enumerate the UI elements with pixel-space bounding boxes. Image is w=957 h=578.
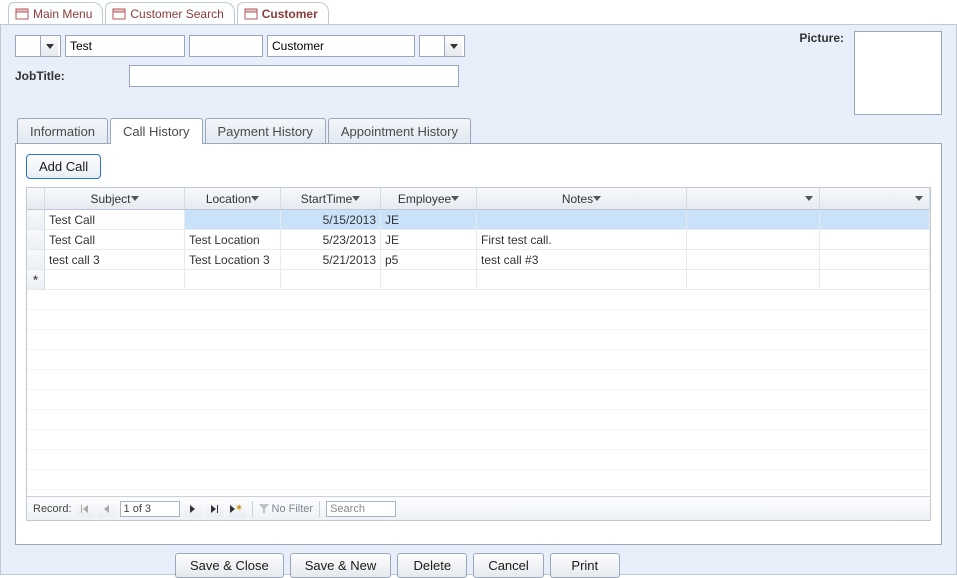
row-selector[interactable] <box>27 230 45 250</box>
cell-employee[interactable]: p5 <box>381 250 477 270</box>
column-header-starttime[interactable]: StartTime <box>281 188 381 209</box>
picture-label: Picture: <box>799 31 844 115</box>
new-record-row[interactable] <box>27 270 930 290</box>
grid-body: Test Call 5/15/2013 JE Test Call Test Lo… <box>27 210 930 496</box>
jobtitle-label: JobTitle: <box>15 69 125 83</box>
chevron-down-icon <box>46 44 54 49</box>
chevron-down-icon <box>805 196 813 201</box>
window-tab-label: Customer <box>262 7 318 21</box>
print-button[interactable]: Print <box>550 553 620 578</box>
triangle-right-icon <box>190 505 195 513</box>
call-history-page: Add Call Subject Location StartTime Empl… <box>15 143 942 545</box>
nav-first-button[interactable] <box>76 501 94 517</box>
column-header-notes[interactable]: Notes <box>477 188 687 209</box>
column-header-blank[interactable] <box>820 188 930 209</box>
cell-starttime[interactable]: 5/15/2013 <box>281 210 381 230</box>
form-icon <box>244 7 258 21</box>
triangle-left-icon <box>83 505 88 513</box>
table-row[interactable]: Test Call 5/15/2013 JE <box>27 210 930 230</box>
add-call-button[interactable]: Add Call <box>26 154 101 179</box>
cell-subject[interactable]: Test Call <box>45 230 185 250</box>
jobtitle-input[interactable] <box>129 65 459 87</box>
dropdown-button[interactable] <box>444 36 462 56</box>
window-tab-bar: Main Menu Customer Search Customer <box>0 0 957 24</box>
window-tab-main-menu[interactable]: Main Menu <box>8 2 103 24</box>
window-tab-customer-search[interactable]: Customer Search <box>105 2 234 24</box>
column-header-location[interactable]: Location <box>185 188 281 209</box>
record-position-box[interactable]: 1 of 3 <box>120 501 180 517</box>
table-row[interactable]: Test Call Test Location 5/23/2013 JE Fir… <box>27 230 930 250</box>
chevron-down-icon <box>915 196 923 201</box>
suffix-input[interactable] <box>420 36 444 56</box>
record-label: Record: <box>33 503 72 515</box>
column-header-blank[interactable] <box>687 188 820 209</box>
call-history-grid: Subject Location StartTime Employee Note… <box>26 187 931 521</box>
cell-location[interactable] <box>185 210 281 230</box>
cancel-button[interactable]: Cancel <box>473 553 543 578</box>
window-tab-label: Main Menu <box>33 7 92 21</box>
cell-location[interactable]: Test Location <box>185 230 281 250</box>
cell-starttime[interactable]: 5/21/2013 <box>281 250 381 270</box>
chevron-down-icon <box>251 196 259 201</box>
filter-toggle[interactable]: No Filter <box>259 503 314 515</box>
funnel-icon <box>259 504 269 514</box>
table-row[interactable]: test call 3 Test Location 3 5/21/2013 p5… <box>27 250 930 270</box>
row-selector-new[interactable] <box>27 270 45 290</box>
detail-tab-bar: Information Call History Payment History… <box>15 117 942 143</box>
cell-subject[interactable]: test call 3 <box>45 250 185 270</box>
save-new-button[interactable]: Save & New <box>290 553 392 578</box>
cell-subject[interactable]: Test Call <box>45 210 185 230</box>
row-selector-header[interactable] <box>27 188 45 209</box>
form-action-bar: Save & Close Save & New Delete Cancel Pr… <box>15 553 942 578</box>
triangle-right-icon <box>211 505 216 513</box>
form-icon <box>112 7 126 21</box>
record-search-box[interactable]: Search <box>326 501 396 517</box>
first-icon <box>81 505 82 513</box>
dropdown-button[interactable] <box>40 36 58 56</box>
row-selector[interactable] <box>27 250 45 270</box>
first-name-input[interactable] <box>65 35 185 57</box>
cell-employee[interactable]: JE <box>381 210 477 230</box>
cell-starttime[interactable]: 5/23/2013 <box>281 230 381 250</box>
record-navigator: Record: 1 of 3 ✶ No Filter Search <box>27 496 930 520</box>
triangle-left-icon <box>104 505 109 513</box>
star-icon: ✶ <box>235 503 243 514</box>
nav-last-button[interactable] <box>206 501 224 517</box>
chevron-down-icon <box>450 44 458 49</box>
chevron-down-icon <box>593 196 601 201</box>
nav-next-button[interactable] <box>184 501 202 517</box>
cell-notes[interactable] <box>477 210 687 230</box>
picture-section: Picture: <box>799 31 942 115</box>
prefix-combo[interactable] <box>15 35 61 57</box>
chevron-down-icon <box>451 196 459 201</box>
grid-header: Subject Location StartTime Employee Note… <box>27 188 930 210</box>
nav-new-button[interactable]: ✶ <box>228 501 246 517</box>
nav-prev-button[interactable] <box>98 501 116 517</box>
last-name-input[interactable] <box>267 35 415 57</box>
tab-appointment-history[interactable]: Appointment History <box>328 118 471 144</box>
prefix-input[interactable] <box>16 36 40 56</box>
delete-button[interactable]: Delete <box>397 553 467 578</box>
tab-payment-history[interactable]: Payment History <box>205 118 326 144</box>
middle-name-input[interactable] <box>189 35 263 57</box>
picture-frame[interactable] <box>854 31 942 115</box>
window-tab-label: Customer Search <box>130 7 223 21</box>
column-header-subject[interactable]: Subject <box>45 188 185 209</box>
cell-employee[interactable]: JE <box>381 230 477 250</box>
tab-call-history[interactable]: Call History <box>110 118 202 144</box>
cell-location[interactable]: Test Location 3 <box>185 250 281 270</box>
cell-notes[interactable]: test call #3 <box>477 250 687 270</box>
row-selector[interactable] <box>27 210 45 230</box>
tab-information[interactable]: Information <box>17 118 108 144</box>
form-icon <box>15 7 29 21</box>
chevron-down-icon <box>352 196 360 201</box>
customer-form: JobTitle: Picture: Information Call Hist… <box>0 24 957 575</box>
last-icon <box>217 505 218 513</box>
save-close-button[interactable]: Save & Close <box>175 553 284 578</box>
cell-notes[interactable]: First test call. <box>477 230 687 250</box>
suffix-combo[interactable] <box>419 35 465 57</box>
chevron-down-icon <box>131 196 139 201</box>
column-header-employee[interactable]: Employee <box>381 188 477 209</box>
window-tab-customer[interactable]: Customer <box>237 2 329 24</box>
